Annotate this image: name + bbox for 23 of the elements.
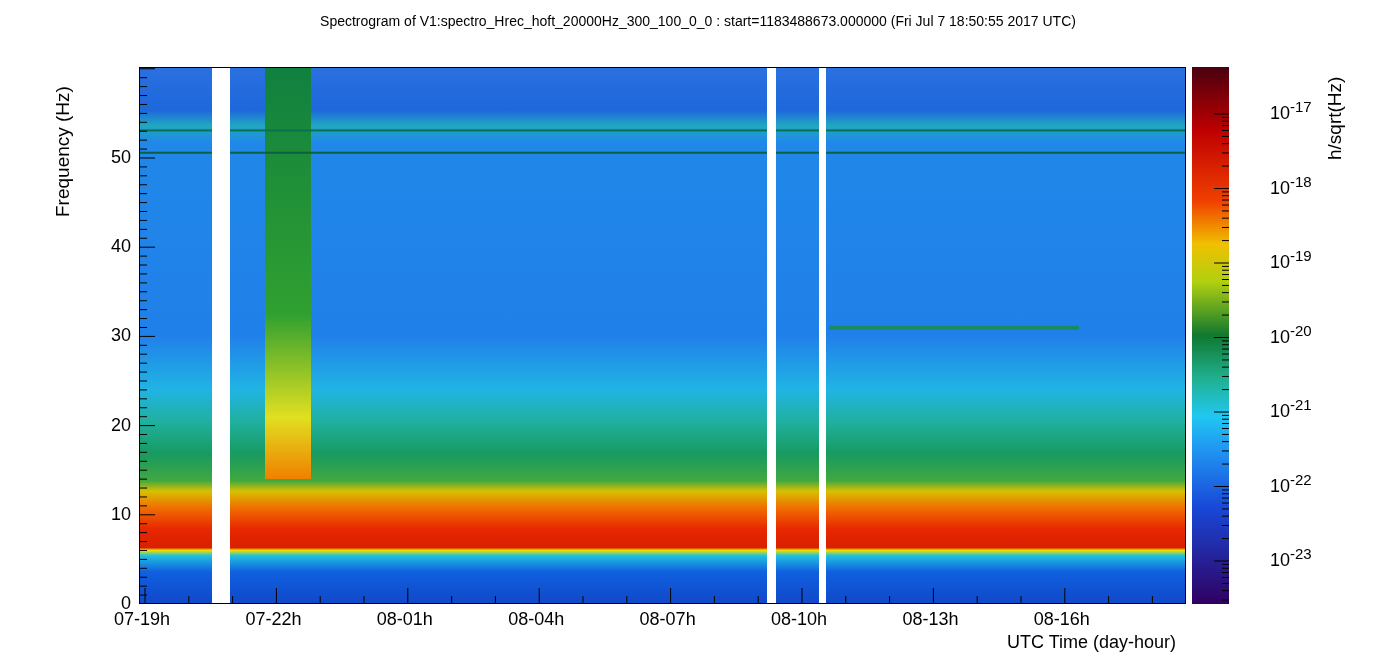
y-tick-label: 20 [110, 414, 131, 436]
colorbar-tick-label: 10$^{-21}$ [1270, 396, 1312, 422]
x-tick-label: 08-10h [771, 609, 828, 630]
colorbar-tick-label: 10$^{-19}$ [1270, 247, 1312, 273]
y-tick-label: 10 [110, 503, 131, 525]
colorbar-label: h/sqrt(Hz) [1324, 76, 1346, 160]
y-tick-label: 50 [110, 147, 131, 168]
y-tick-label: 40 [110, 236, 131, 258]
x-tick-label: 08-04h [508, 609, 565, 630]
plot-title: Spectrogram of V1:spectro_Hrec_hoft_20000Hz_300_100_0_0 : start=1183488673.000000 (Fri Jul 7 18:50:55 2017 UTC) [319, 13, 1077, 29]
colorbar-tick-label: 10$^{-18}$ [1270, 172, 1312, 199]
y-tick-label: 30 [110, 325, 131, 347]
x-axis-label: UTC Time (day-hour) [1006, 632, 1176, 653]
colorbar-tick-label: 10$^{-17}$ [1270, 98, 1312, 124]
x-tick-label: 08-01h [376, 609, 433, 630]
colorbar-tick-label: 10$^{-20}$ [1270, 321, 1312, 348]
x-tick-label: 08-07h [639, 609, 696, 630]
x-tick-label: 08-16h [1033, 609, 1090, 630]
colorbar-tick-label: 10$^{-23}$ [1270, 545, 1312, 571]
x-tick-label: 08-13h [902, 609, 959, 630]
x-tick-label: 07-22h [245, 609, 302, 630]
y-axis-label: Frequency (Hz) [52, 86, 74, 217]
colorbar-tick-label: 10$^{-22}$ [1270, 470, 1312, 497]
